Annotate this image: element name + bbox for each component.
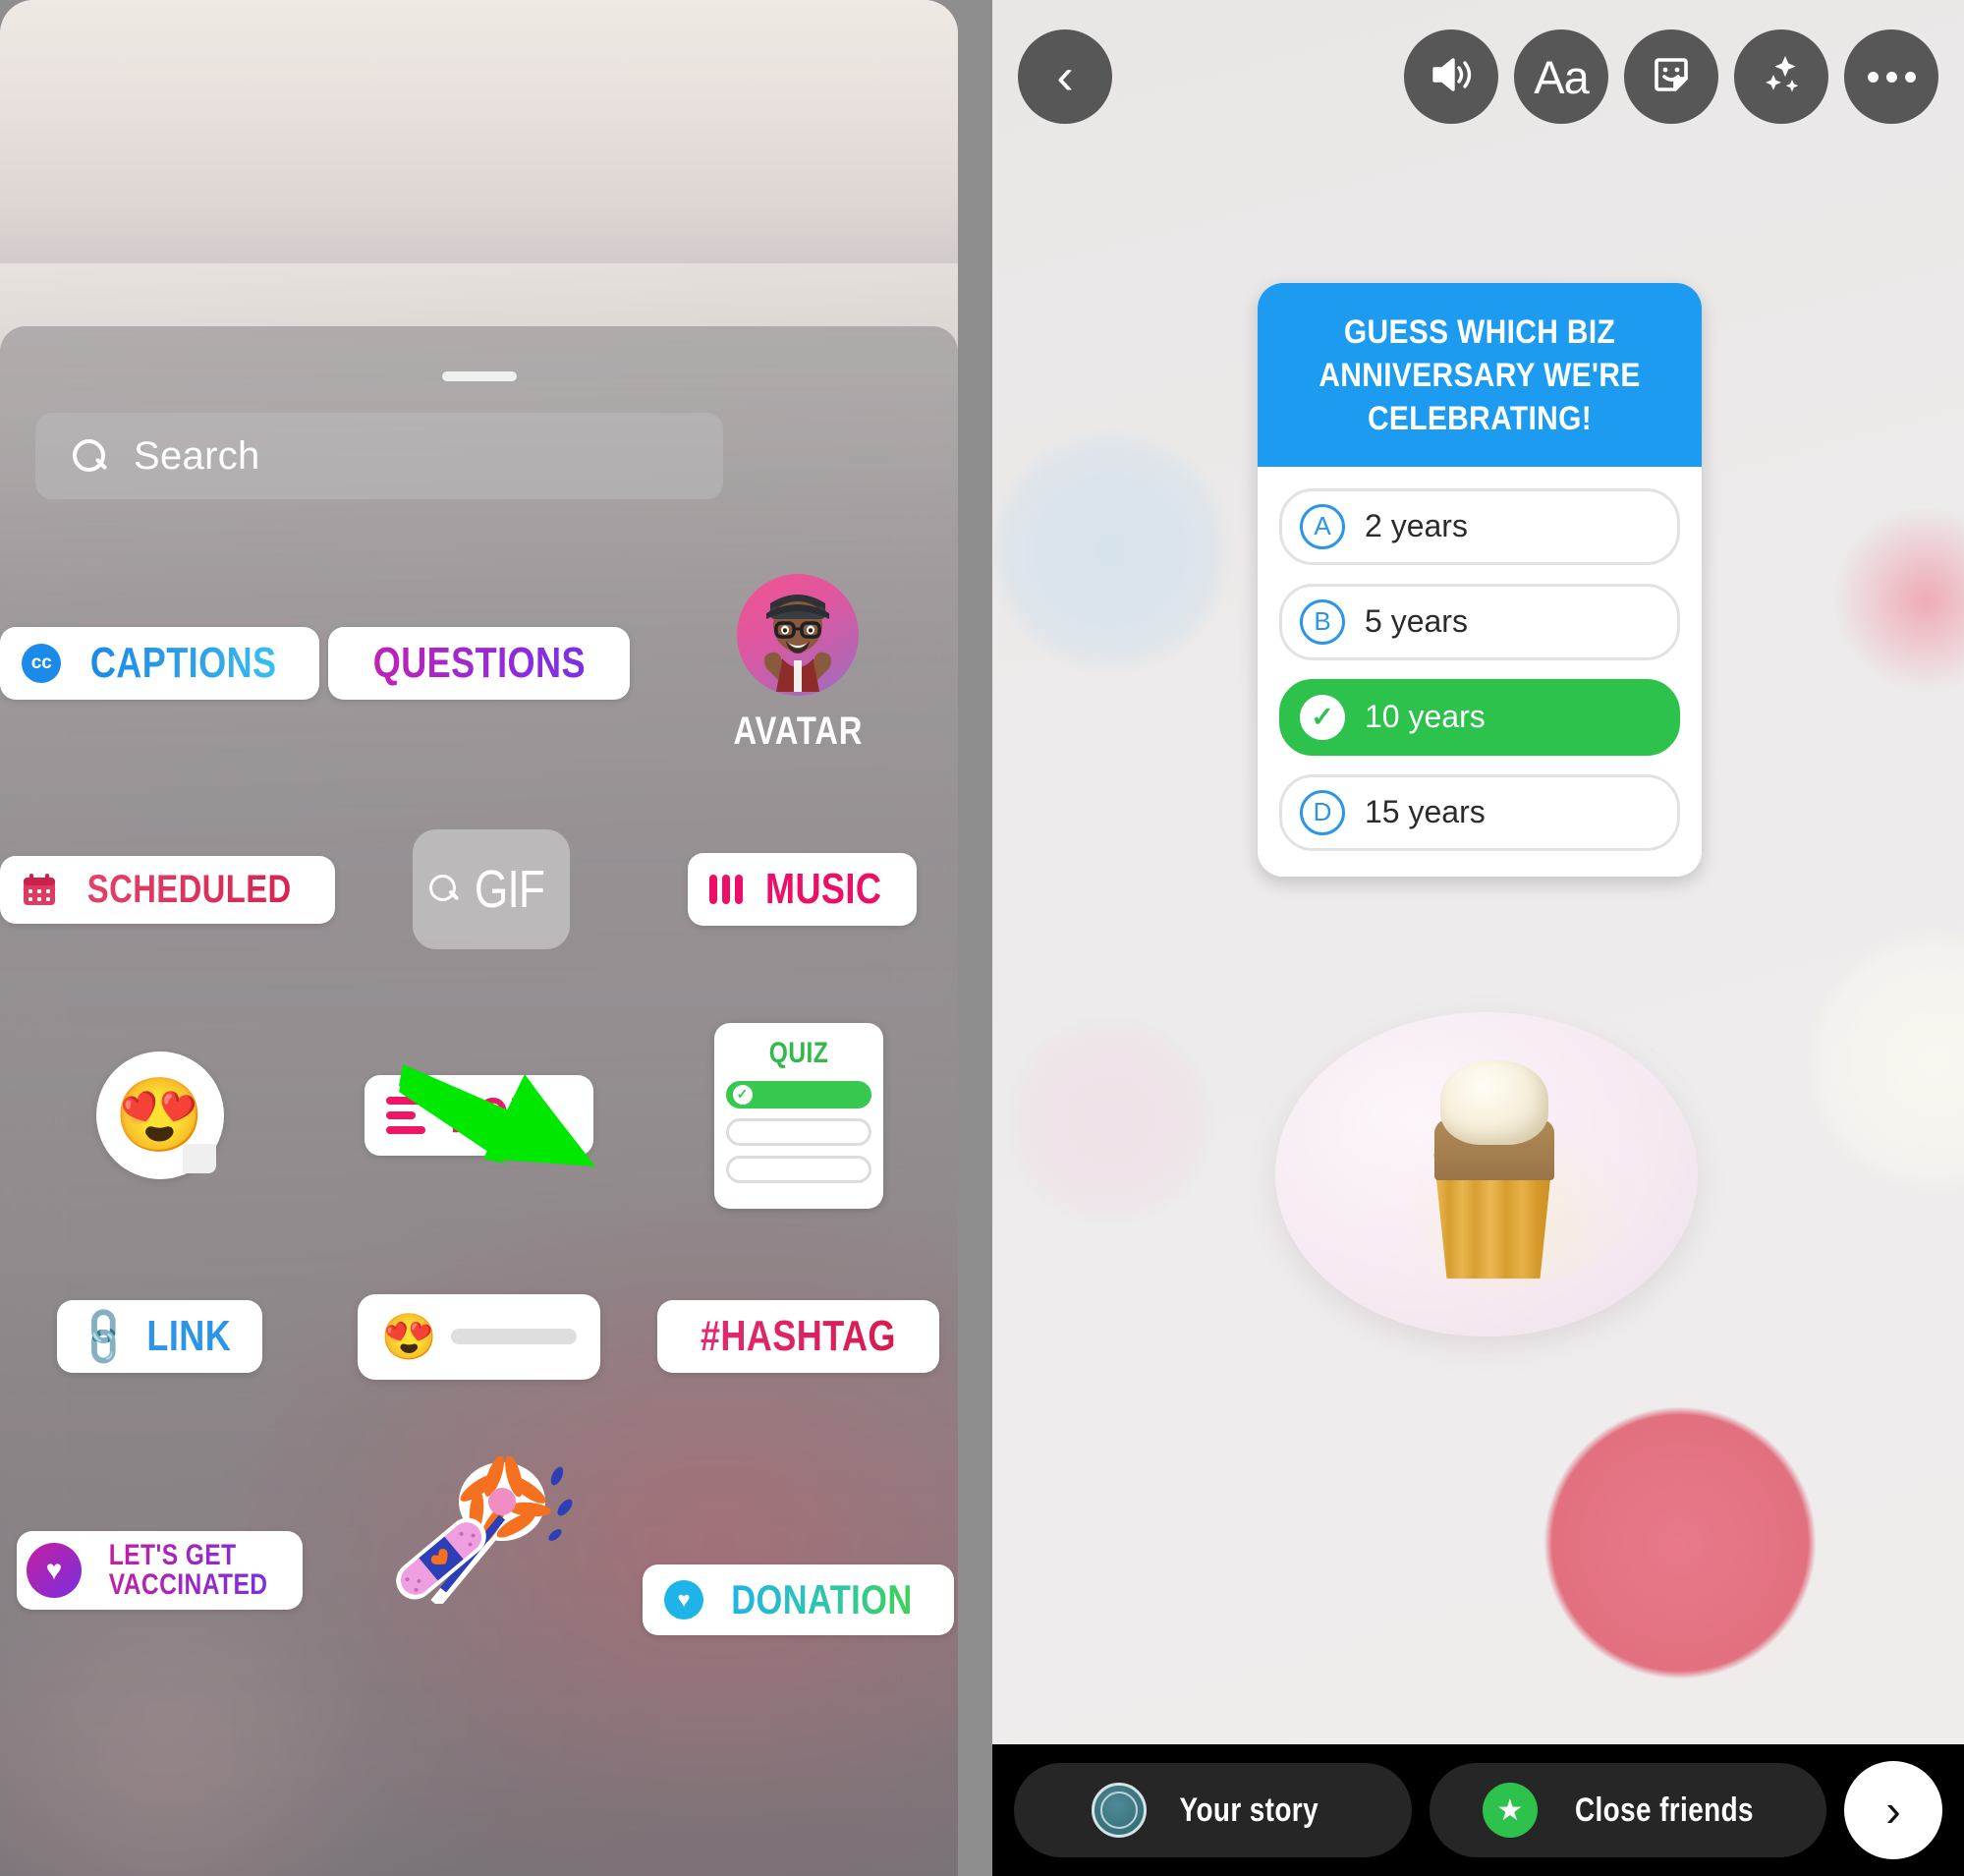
search-icon xyxy=(429,875,459,904)
quiz-option-empty xyxy=(725,1155,871,1183)
quiz-option-d[interactable]: D 15 years xyxy=(1279,773,1680,851)
scheduled-label: SCHEDULED xyxy=(86,867,292,911)
sticker-poll[interactable]: POLL xyxy=(319,1002,639,1228)
music-label: MUSIC xyxy=(765,865,882,913)
screenshot-stage: Search cc CAPTIONS QUESTIONS AVATAR SCHE… xyxy=(0,0,1964,1876)
story-share-bar: Your story ★ Close friends › xyxy=(992,1744,1964,1876)
cupcake xyxy=(1415,1037,1572,1282)
sticker-link[interactable]: 🔗 LINK xyxy=(0,1228,319,1445)
option-label: 2 years xyxy=(1365,508,1468,544)
captions-label: CAPTIONS xyxy=(90,639,277,687)
chevron-right-icon: › xyxy=(1885,1785,1901,1836)
avatar xyxy=(1091,1783,1147,1838)
quiz-sticker-label: QUIZ xyxy=(768,1036,828,1069)
sticker-grid: cc CAPTIONS QUESTIONS AVATAR SCHEDULED G… xyxy=(0,550,958,1876)
option-letter: D xyxy=(1300,789,1345,835)
heart-eyes-emoji-icon: 😍 xyxy=(95,1052,224,1179)
sticker-row-1: cc CAPTIONS QUESTIONS AVATAR xyxy=(0,550,958,776)
sticker-row-3: 😍 POLL QUIZ ✓ xyxy=(0,1002,958,1228)
sticker-button[interactable] xyxy=(1624,29,1718,124)
sticker-emoji-slider[interactable]: 😍 xyxy=(319,1228,639,1445)
poll-label: POLL xyxy=(450,1088,560,1143)
link-icon: 🔗 xyxy=(69,1301,139,1371)
toolbar-actions: Aa xyxy=(1404,29,1938,124)
quiz-option-a[interactable]: A 2 years xyxy=(1279,487,1680,565)
quiz-option-b[interactable]: B 5 years xyxy=(1279,583,1680,660)
next-button[interactable]: › xyxy=(1844,1761,1942,1859)
bandage-flower-icon xyxy=(376,1454,583,1608)
sticker-quiz[interactable]: QUIZ ✓ xyxy=(639,1002,958,1228)
option-letter: B xyxy=(1300,598,1345,645)
option-label: 5 years xyxy=(1365,603,1468,640)
sparkles-icon xyxy=(1758,51,1805,103)
check-icon: ✓ xyxy=(1300,694,1345,740)
heart-icon: ♥ xyxy=(664,1580,704,1620)
sticker-gif[interactable]: GIF xyxy=(335,776,646,1002)
music-bars-icon xyxy=(709,875,744,904)
sticker-face-icon xyxy=(1648,51,1695,103)
heart-shield-icon: ♥ xyxy=(26,1543,82,1598)
quiz-sticker-placed[interactable]: GUESS WHICH BIZ ANNIVERSARY WE'RE CELEBR… xyxy=(1258,283,1702,877)
sheet-drag-handle[interactable] xyxy=(441,371,517,381)
vaccinated-label: LET'S GET VACCINATED xyxy=(108,1539,268,1601)
calendar-icon xyxy=(22,872,57,907)
sticker-scheduled[interactable]: SCHEDULED xyxy=(0,776,336,1002)
quiz-question: GUESS WHICH BIZ ANNIVERSARY WE'RE CELEBR… xyxy=(1258,283,1702,467)
sticker-avatar[interactable]: AVATAR xyxy=(639,550,958,776)
text-button[interactable]: Aa xyxy=(1514,29,1608,124)
sticker-bandage-flower[interactable] xyxy=(319,1445,639,1608)
close-friends-button[interactable]: ★ Close friends xyxy=(1429,1763,1826,1857)
avatar-memoji-icon xyxy=(737,573,860,696)
sticker-hashtag[interactable]: #HASHTAG xyxy=(639,1228,958,1445)
speaker-icon xyxy=(1428,51,1475,103)
heart-eyes-emoji-icon: 😍 xyxy=(380,1310,438,1362)
story-preview-screen: ‹ Aa GUESS WHICH BIZ ANNIVERSARY WE'RE C… xyxy=(992,0,1964,1876)
star-icon: ★ xyxy=(1482,1783,1538,1838)
cupcake-frosting xyxy=(1440,1060,1548,1145)
search-icon xyxy=(73,439,106,473)
slider-track[interactable] xyxy=(451,1329,578,1344)
sound-button[interactable] xyxy=(1404,29,1498,124)
poll-bars-icon xyxy=(386,1097,426,1134)
gif-label: GIF xyxy=(475,860,545,919)
sticker-row-2: SCHEDULED GIF MUSIC xyxy=(0,776,958,1002)
more-button[interactable] xyxy=(1844,29,1938,124)
search-placeholder: Search xyxy=(134,433,260,478)
search-input[interactable]: Search xyxy=(35,413,723,499)
sticker-captions[interactable]: cc CAPTIONS xyxy=(0,550,319,776)
quiz-option-correct: ✓ xyxy=(725,1080,871,1109)
check-icon: ✓ xyxy=(732,1084,753,1105)
chevron-left-icon: ‹ xyxy=(1056,48,1074,105)
your-story-button[interactable]: Your story xyxy=(1014,1763,1412,1857)
quiz-option-empty xyxy=(725,1117,871,1146)
story-background-top xyxy=(0,0,958,263)
back-button[interactable]: ‹ xyxy=(1018,29,1112,124)
option-letter: A xyxy=(1300,503,1345,549)
avatar-label: AVATAR xyxy=(733,709,864,753)
sticker-row-4: 🔗 LINK 😍 #HASHTAG xyxy=(0,1228,958,1445)
sticker-questions[interactable]: QUESTIONS xyxy=(319,550,639,776)
sticker-row-5: ♥ LET'S GET VACCINATED ♥ DONATION xyxy=(0,1445,958,1671)
close-friends-label: Close friends xyxy=(1574,1791,1754,1829)
text-aa-icon: Aa xyxy=(1534,50,1589,103)
cc-icon: cc xyxy=(22,644,62,683)
your-story-label: Your story xyxy=(1179,1791,1319,1829)
more-dots-icon xyxy=(1867,71,1916,83)
sticker-music[interactable]: MUSIC xyxy=(646,776,958,1002)
quiz-options: A 2 years B 5 years ✓ 10 years D 15 year… xyxy=(1258,466,1702,877)
sticker-donation[interactable]: ♥ DONATION xyxy=(639,1445,958,1635)
option-label: 10 years xyxy=(1365,699,1486,735)
quiz-option-c-correct[interactable]: ✓ 10 years xyxy=(1279,678,1680,756)
sticker-tray-screen: Search cc CAPTIONS QUESTIONS AVATAR SCHE… xyxy=(0,0,958,1876)
donation-label: DONATION xyxy=(731,1576,913,1622)
option-label: 15 years xyxy=(1365,794,1486,830)
story-top-toolbar: ‹ Aa xyxy=(992,28,1964,126)
quiz-question-text: GUESS WHICH BIZ ANNIVERSARY WE'RE CELEBR… xyxy=(1319,313,1641,438)
effects-button[interactable] xyxy=(1734,29,1828,124)
link-label: LINK xyxy=(146,1312,232,1360)
sticker-vaccinated[interactable]: ♥ LET'S GET VACCINATED xyxy=(0,1445,319,1610)
hashtag-label: #HASHTAG xyxy=(700,1312,897,1360)
questions-label: QUESTIONS xyxy=(372,639,586,687)
sticker-emoji-reaction[interactable]: 😍 xyxy=(0,1002,319,1228)
